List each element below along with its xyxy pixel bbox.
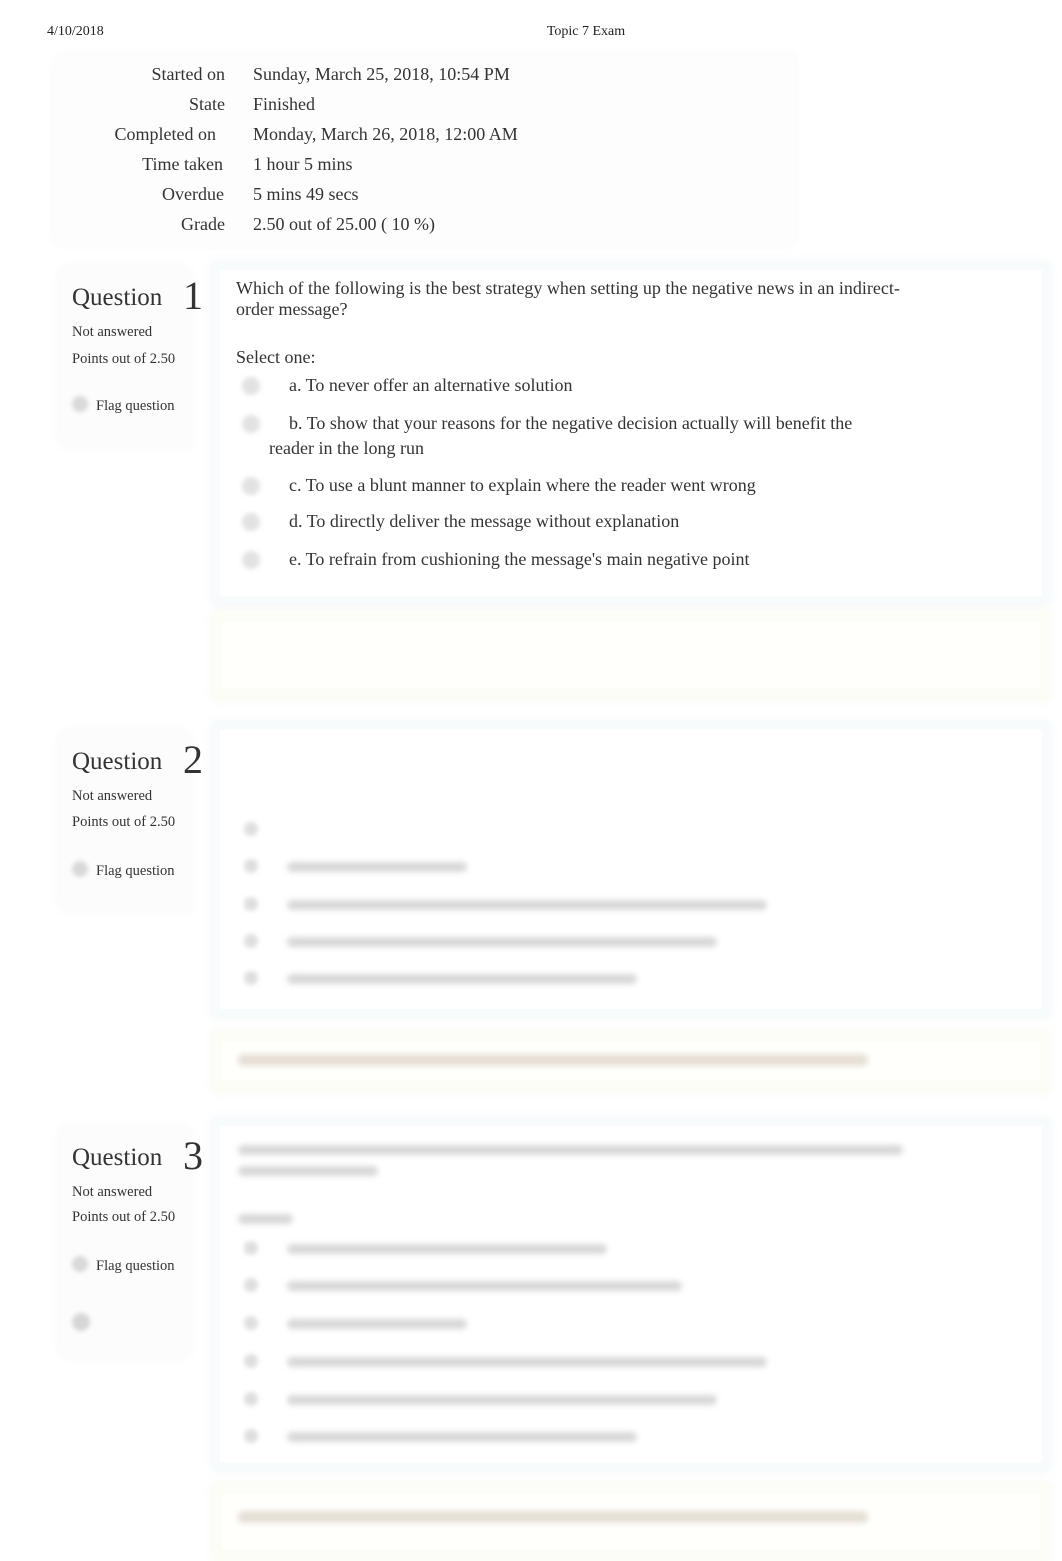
radio-button[interactable] [244, 897, 258, 911]
summary-row-time-taken: Time taken 1 hour 5 mins [55, 154, 795, 184]
flag-icon[interactable] [72, 396, 88, 412]
question-state: Not answered [72, 788, 153, 804]
radio-button[interactable] [242, 513, 260, 531]
obscured-feedback-text [238, 1054, 868, 1066]
print-header: 4/10/2018 Topic 7 Exam [0, 24, 1062, 44]
summary-value: 5 mins 49 secs [253, 184, 359, 204]
summary-label: Overdue [162, 184, 224, 204]
edit-question-icon[interactable] [72, 1313, 90, 1331]
radio-button[interactable] [244, 859, 258, 873]
question-2-feedback-obscured [212, 1030, 1050, 1092]
radio-button[interactable] [244, 1278, 258, 1292]
obscured-option-text [287, 1395, 717, 1405]
option-label: a. To never offer an alternative solutio… [289, 375, 573, 395]
radio-button[interactable] [244, 1241, 258, 1255]
summary-label: Time taken [142, 154, 223, 174]
obscured-option-text [287, 900, 767, 910]
summary-value: Sunday, March 25, 2018, 10:54 PM [253, 64, 510, 84]
radio-button[interactable] [244, 934, 258, 948]
summary-label: Started on [151, 64, 226, 84]
radio-button[interactable] [244, 822, 258, 836]
answer-option-a[interactable]: a. To never offer an alternative solutio… [236, 373, 876, 398]
obscured-option-text [287, 974, 637, 984]
flag-icon[interactable] [72, 1256, 88, 1272]
question-1-info: Question 1 Not answered Points out of 2.… [60, 268, 203, 446]
answer-option-e[interactable]: e. To refrain from cushioning the messag… [236, 547, 876, 572]
question-3-content-obscured [212, 1118, 1050, 1470]
radio-button[interactable] [242, 477, 260, 495]
radio-button[interactable] [244, 1354, 258, 1368]
option-label: e. To refrain from cushioning the messag… [289, 549, 750, 569]
obscured-option-text [287, 1281, 682, 1291]
radio-button[interactable] [244, 971, 258, 985]
question-number: 2 [183, 737, 203, 782]
summary-row-completed: Completed on Monday, March 26, 2018, 12:… [55, 124, 795, 154]
answer-option-c[interactable]: c. To use a blunt manner to explain wher… [236, 473, 876, 498]
question-2-content-obscured [212, 722, 1050, 1017]
summary-value: 1 hour 5 mins [253, 154, 353, 174]
flag-question-label: Flag question [96, 863, 175, 879]
summary-label: Grade [181, 214, 225, 234]
question-points: Points out of 2.50 [72, 814, 176, 830]
summary-value: Monday, March 26, 2018, 12:00 AM [253, 124, 518, 144]
question-2-info: Question 2 Not answered Points out of 2.… [60, 732, 203, 910]
flag-question-toggle[interactable]: Flag question [72, 396, 182, 414]
obscured-question-text [238, 1166, 378, 1176]
question-number: 3 [183, 1133, 203, 1178]
summary-row-started: Started on Sunday, March 25, 2018, 10:54… [55, 64, 795, 94]
obscured-option-text [287, 1357, 767, 1367]
question-label: Question [72, 748, 163, 775]
obscured-feedback-text [238, 1511, 868, 1523]
option-label: c. To use a blunt manner to explain wher… [289, 475, 756, 495]
flag-question-toggle[interactable]: Flag question [72, 861, 182, 879]
answer-option-b[interactable]: b. To show that your reasons for the neg… [236, 411, 876, 461]
radio-button[interactable] [244, 1316, 258, 1330]
radio-button[interactable] [244, 1392, 258, 1406]
question-3-info: Question 3 Not answered Points out of 2.… [60, 1128, 203, 1356]
summary-row-overdue: Overdue 5 mins 49 secs [55, 184, 795, 214]
summary-label: Completed on [114, 124, 217, 144]
summary-value: Finished [253, 94, 316, 114]
obscured-option-text [287, 862, 467, 872]
question-text: Which of the following is the best strat… [236, 278, 900, 319]
question-points: Points out of 2.50 [72, 351, 176, 367]
obscured-option-text [287, 1244, 607, 1254]
obscured-question-text [238, 1145, 903, 1155]
question-state: Not answered [72, 1184, 153, 1200]
question-1-feedback [212, 610, 1050, 700]
flag-icon[interactable] [72, 861, 88, 877]
flag-question-label: Flag question [96, 398, 175, 414]
answer-option-d[interactable]: d. To directly deliver the message witho… [236, 509, 876, 534]
flag-question-label: Flag question [96, 1258, 175, 1274]
question-label: Question [72, 1144, 163, 1171]
summary-value: 2.50 out of 25.00 ( 10 %) [253, 214, 435, 234]
radio-button[interactable] [242, 377, 260, 395]
obscured-option-text [287, 1319, 467, 1329]
radio-button[interactable] [242, 415, 260, 433]
obscured-option-text [287, 937, 717, 947]
radio-button[interactable] [242, 551, 260, 569]
obscured-prompt [238, 1214, 293, 1224]
radio-button[interactable] [244, 1429, 258, 1443]
summary-label: State [189, 94, 225, 114]
question-state: Not answered [72, 324, 153, 340]
summary-row-grade: Grade 2.50 out of 25.00 ( 10 %) [55, 214, 795, 244]
question-3-feedback-obscured [212, 1482, 1050, 1561]
attempt-summary-table: Started on Sunday, March 25, 2018, 10:54… [55, 55, 795, 245]
question-number: 1 [183, 273, 203, 318]
question-1-content: Which of the following is the best strat… [212, 262, 1050, 604]
summary-row-state: State Finished [55, 94, 795, 124]
option-label: b. To show that your reasons for the neg… [269, 413, 853, 458]
print-title: Topic 7 Exam [546, 24, 626, 39]
option-label: d. To directly deliver the message witho… [289, 511, 680, 531]
obscured-option-text [287, 1432, 637, 1442]
question-label: Question [72, 284, 163, 311]
flag-question-toggle[interactable]: Flag question [72, 1256, 182, 1274]
question-points: Points out of 2.50 [72, 1209, 176, 1225]
select-one-prompt: Select one: [236, 347, 316, 367]
